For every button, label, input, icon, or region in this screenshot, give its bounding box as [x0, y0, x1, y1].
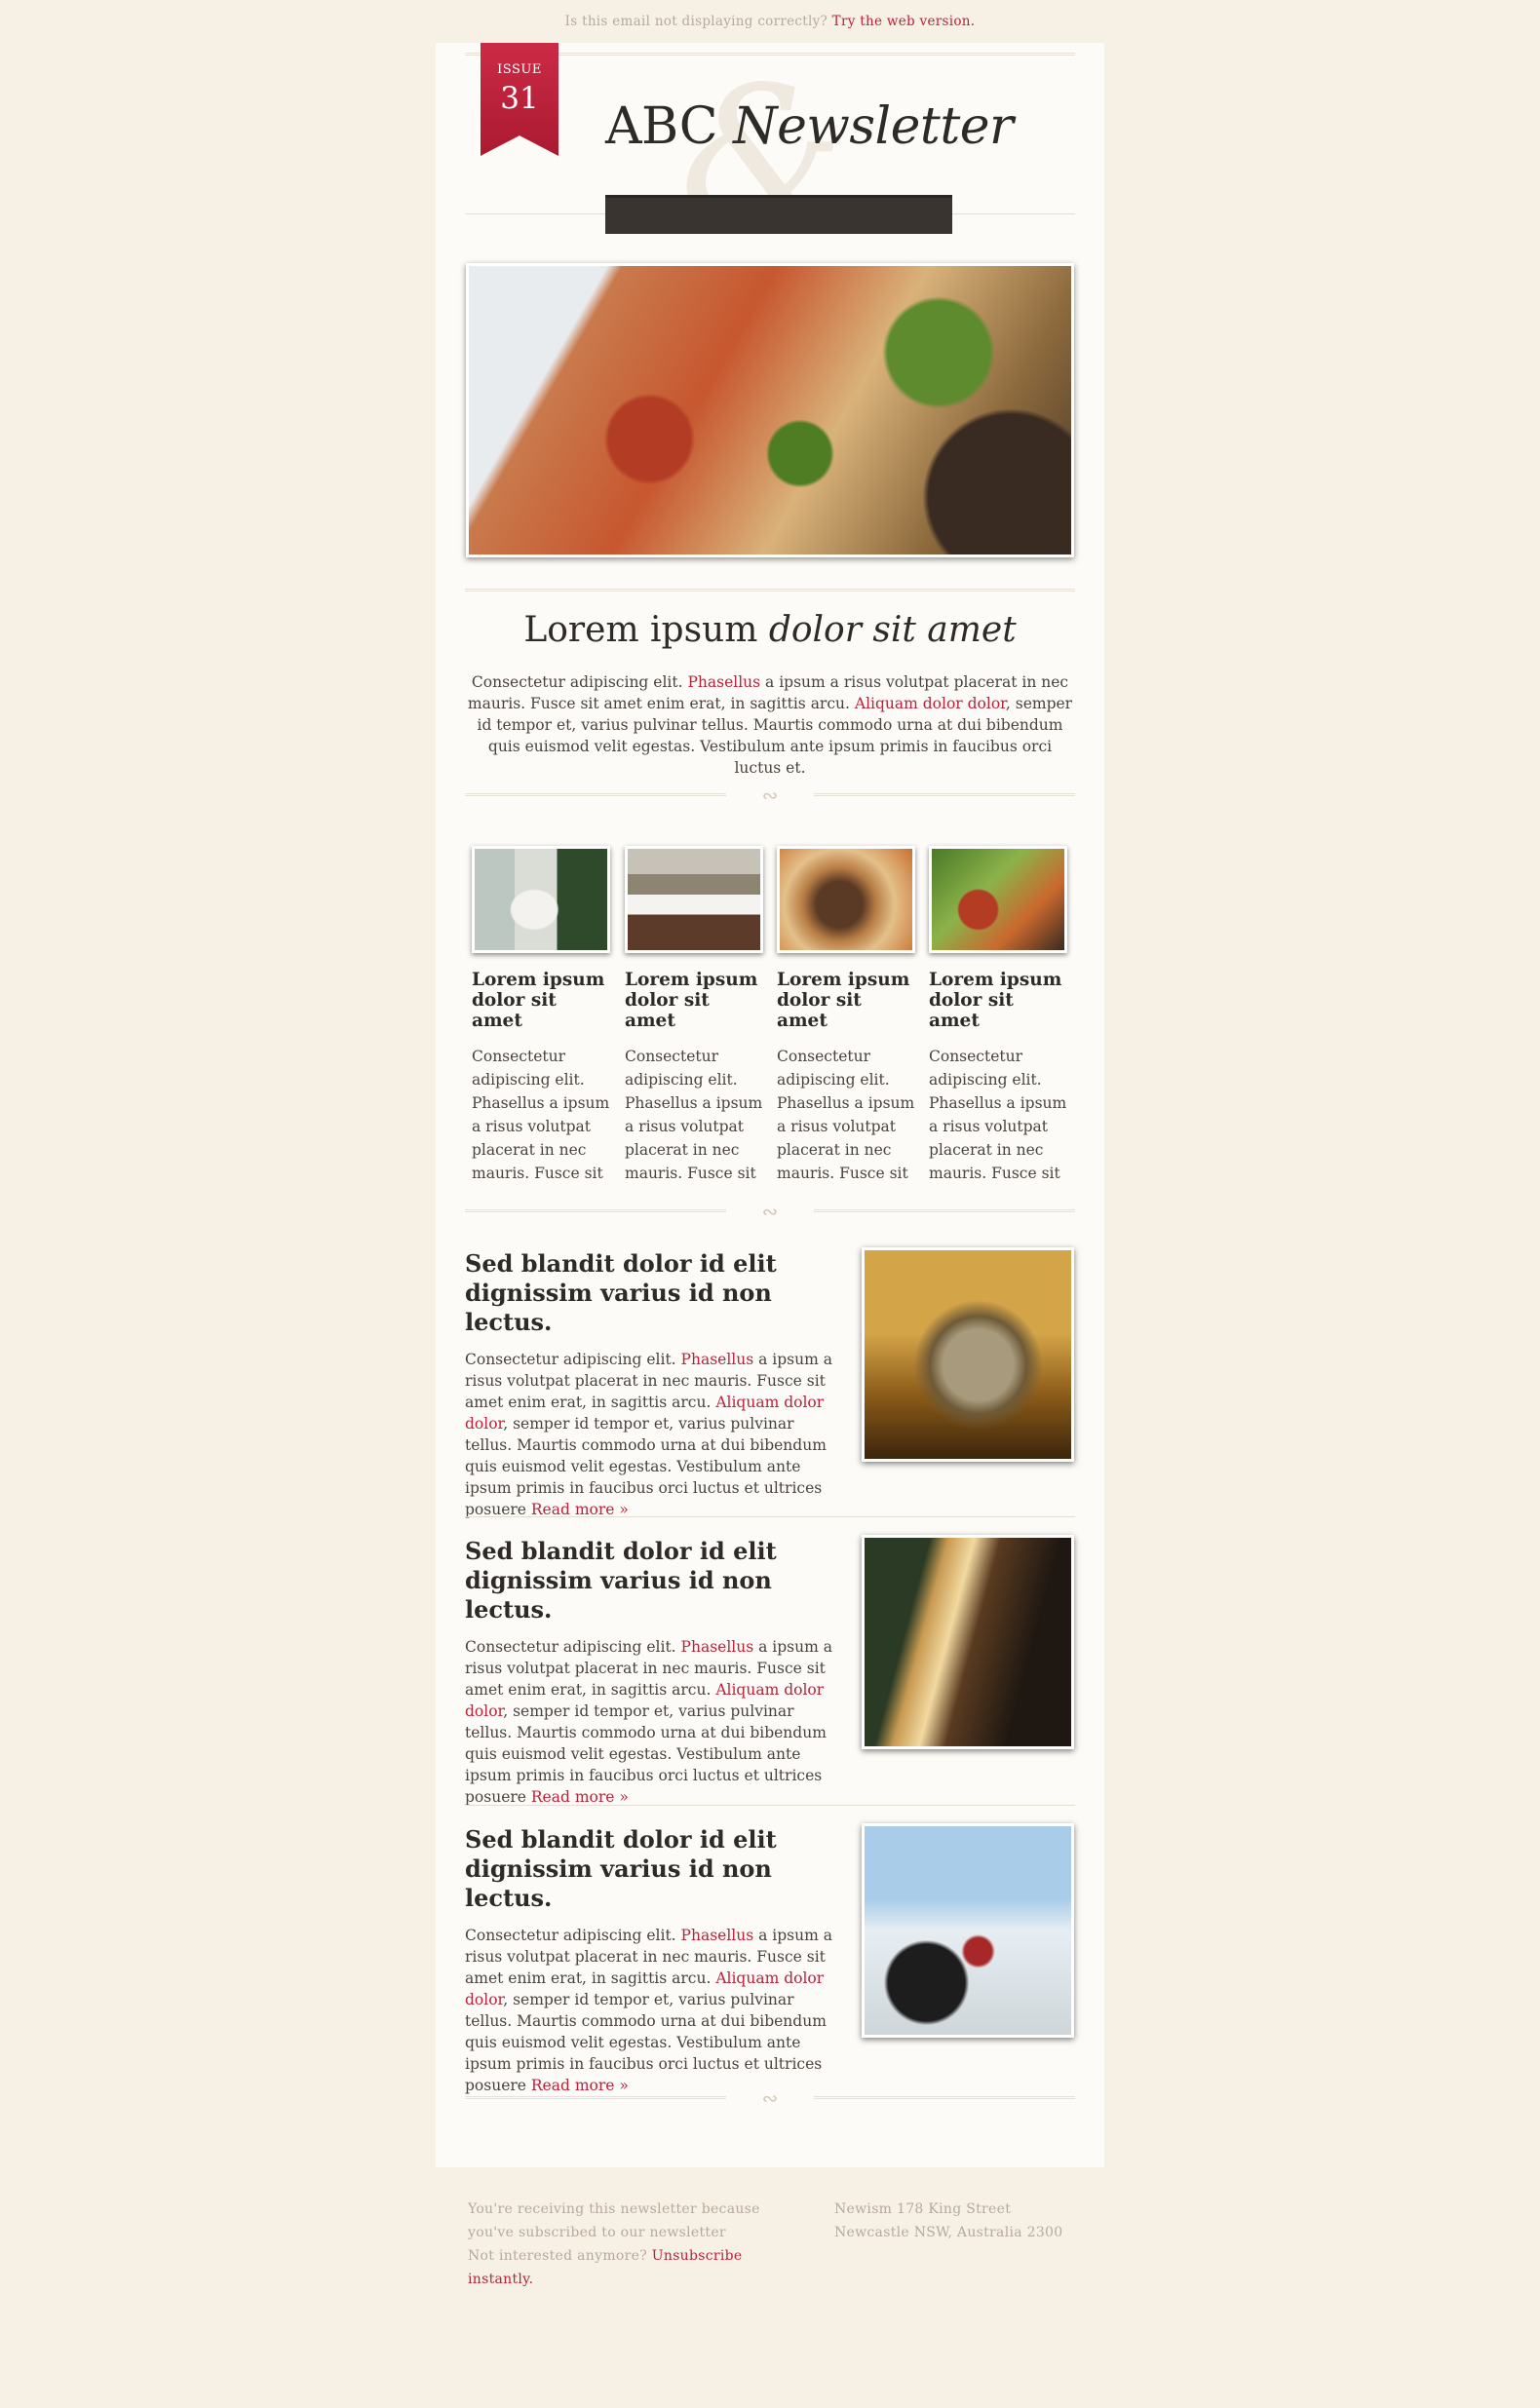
feature-title: Lorem ipsum dolor sit amet	[777, 970, 910, 1031]
newsletter-sheet: ISSUE 31 & ABC Newsletter Lorem ipsum do…	[436, 43, 1104, 2167]
article-text-3: , semper id tempor et, varius pulvinar t…	[465, 1991, 827, 2094]
article-title: Sed blandit dolor id elit dignissim vari…	[465, 1249, 777, 1336]
intro-text-1: Consectetur adipiscing elit.	[471, 673, 683, 691]
read-more-link[interactable]: Read more »	[531, 1788, 629, 1806]
web-version-link[interactable]: Try the web version.	[832, 14, 976, 29]
footer-address: Newism 178 King Street Newcastle NSW, Au…	[834, 2198, 1107, 2244]
issue-number: 31	[500, 81, 539, 116]
pasta-closeup-image	[929, 846, 1067, 953]
feature-text: Consectetur adipiscing elit. Phasellus a…	[777, 1048, 915, 1182]
divider-left	[465, 1209, 726, 1212]
article-text-1: Consectetur adipiscing elit.	[465, 1351, 676, 1368]
feature-column: Lorem ipsum dolor sit amet Consectetur a…	[777, 846, 915, 1185]
article-link-phasellus[interactable]: Phasellus	[681, 1638, 754, 1656]
flourish-icon: ∾	[761, 2086, 779, 2110]
footer-line-1: You're receiving this newsletter because	[468, 2201, 760, 2217]
hero-divider	[465, 589, 1075, 592]
title-plain: ABC	[605, 97, 718, 156]
article-link-phasellus[interactable]: Phasellus	[681, 1927, 754, 1944]
article-divider	[465, 1516, 1075, 1517]
divider-right	[814, 2096, 1075, 2099]
article-text-1: Consectetur adipiscing elit.	[465, 1927, 676, 1944]
wine-glasses-image	[862, 1823, 1074, 2038]
newsletter-title: ABC Newsletter	[605, 97, 1014, 156]
intro-heading-italic: dolor sit amet	[768, 610, 1017, 650]
web-version-notice: Is this email not displaying correctly? …	[0, 14, 1540, 29]
issue-label: ISSUE	[497, 62, 542, 77]
feature-title: Lorem ipsum dolor sit amet	[472, 970, 605, 1031]
feature-title: Lorem ipsum dolor sit amet	[625, 970, 758, 1031]
flourish-icon: ∾	[761, 1200, 779, 1223]
divider-right	[814, 1209, 1075, 1212]
hero-image	[466, 263, 1074, 557]
issue-ribbon: ISSUE 31	[481, 43, 558, 156]
article-title: Sed blandit dolor id elit dignissim vari…	[465, 1537, 777, 1624]
harp-interior-image	[862, 1535, 1074, 1749]
nav-bar	[605, 195, 952, 234]
divider-right	[814, 793, 1075, 796]
article-link-phasellus[interactable]: Phasellus	[681, 1351, 754, 1368]
intro-link-aliquam[interactable]: Aliquam dolor dolor	[855, 695, 1006, 712]
title-italic: Newsletter	[733, 97, 1014, 156]
feature-column: Lorem ipsum dolor sit amet Consectetur a…	[929, 846, 1067, 1185]
footer-line-3: Not interested anymore?	[468, 2248, 648, 2264]
address-line-2: Newcastle NSW, Australia 2300	[834, 2225, 1063, 2240]
feature-column: Lorem ipsum dolor sit amet Consectetur a…	[625, 846, 763, 1185]
feature-text: Consectetur adipiscing elit. Phasellus a…	[625, 1048, 763, 1182]
article-text-1: Consectetur adipiscing elit.	[465, 1638, 676, 1656]
feature-text: Consectetur adipiscing elit. Phasellus a…	[472, 1048, 610, 1182]
intro-heading: Lorem ipsum dolor sit amet	[436, 610, 1104, 650]
address-line-1: Newism 178 King Street	[834, 2201, 1012, 2217]
feature-text: Consectetur adipiscing elit. Phasellus a…	[929, 1048, 1067, 1182]
clams-dish-image	[777, 846, 915, 953]
restaurant-view-image	[625, 846, 763, 953]
article-divider	[465, 1805, 1075, 1806]
display-question: Is this email not displaying correctly?	[564, 14, 828, 29]
wedding-cake-image	[472, 846, 610, 953]
footer-subscription-note: You're receiving this newsletter because…	[468, 2198, 780, 2291]
article-text-3: , semper id tempor et, varius pulvinar t…	[465, 1702, 827, 1806]
footer-line-2: you've subscribed to our newsletter	[468, 2225, 726, 2240]
divider-left	[465, 2096, 726, 2099]
divider-left	[465, 793, 726, 796]
feature-title: Lorem ipsum dolor sit amet	[929, 970, 1062, 1031]
article-text: Consectetur adipiscing elit. Phasellus a…	[465, 1636, 835, 1808]
article-text: Consectetur adipiscing elit. Phasellus a…	[465, 1925, 835, 2096]
article: Sed blandit dolor id elit dignissim vari…	[465, 1249, 835, 1520]
intro-link-phasellus[interactable]: Phasellus	[687, 673, 760, 691]
ice-bucket-image	[862, 1247, 1074, 1462]
article: Sed blandit dolor id elit dignissim vari…	[465, 1825, 835, 2096]
article-text: Consectetur adipiscing elit. Phasellus a…	[465, 1349, 835, 1520]
article: Sed blandit dolor id elit dignissim vari…	[465, 1537, 835, 1808]
read-more-link[interactable]: Read more »	[531, 2077, 629, 2094]
flourish-icon: ∾	[761, 784, 779, 807]
intro-text: Consectetur adipiscing elit. Phasellus a…	[465, 671, 1075, 779]
article-text-3: , semper id tempor et, varius pulvinar t…	[465, 1415, 827, 1518]
intro-heading-plain: Lorem ipsum	[523, 610, 758, 650]
article-title: Sed blandit dolor id elit dignissim vari…	[465, 1825, 777, 1912]
feature-column: Lorem ipsum dolor sit amet Consectetur a…	[472, 846, 610, 1185]
